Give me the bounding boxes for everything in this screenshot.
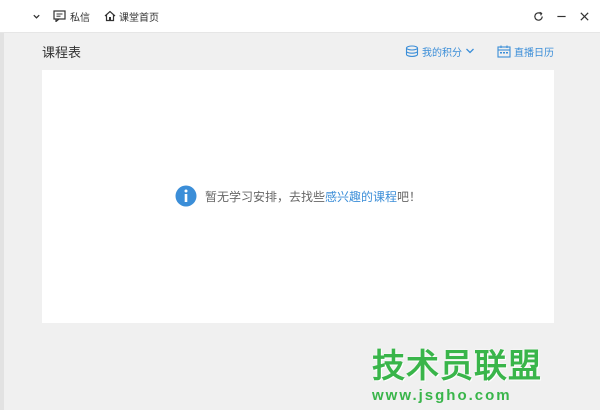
window-left-edge: [0, 33, 4, 410]
empty-state-text-before: 暂无学习安排，去找些: [204, 189, 325, 204]
watermark-logo: 技术员联盟 www.jsgho.com: [372, 347, 592, 407]
title-bar: 私信 课堂首页: [0, 0, 600, 33]
home-icon: [104, 10, 116, 22]
my-points-dropdown[interactable]: 我的积分: [405, 44, 475, 59]
my-points-label: 我的积分: [422, 47, 462, 59]
window-controls: [525, 0, 594, 33]
home-label: 课堂首页: [119, 12, 159, 24]
refresh-icon: [533, 7, 544, 26]
header-actions: 我的积分 直播日历: [405, 41, 554, 61]
watermark-url: www.jsgho.com: [372, 387, 512, 404]
live-calendar-label: 直播日历: [514, 47, 554, 59]
page-title: 课程表: [42, 45, 82, 61]
coins-icon: [405, 44, 419, 58]
message-icon: [53, 10, 66, 22]
classroom-home-button[interactable]: 课堂首页: [104, 9, 159, 24]
messages-button[interactable]: 私信: [53, 9, 90, 24]
messages-label: 私信: [70, 12, 90, 24]
chevron-down-icon: [465, 47, 475, 55]
schedule-panel: 暂无学习安排，去找些 感兴趣的课程 吧！: [42, 70, 554, 323]
empty-state-text-after: 吧！: [397, 189, 422, 204]
watermark-title: 技术员联盟: [372, 346, 542, 385]
title-bar-left: 私信 课堂首页: [0, 0, 159, 32]
live-calendar-button[interactable]: 直播日历: [497, 44, 554, 59]
refresh-button[interactable]: [528, 7, 548, 27]
schedule-header: 课程表 我的积分 直播日历: [42, 41, 554, 61]
minimize-icon: [556, 7, 567, 26]
info-icon: [175, 185, 197, 207]
close-icon: [579, 7, 590, 26]
chevron-down-icon: [32, 12, 41, 21]
interesting-courses-link[interactable]: 感兴趣的课程: [325, 188, 397, 205]
minimize-button[interactable]: [551, 7, 571, 27]
close-button[interactable]: [574, 7, 594, 27]
empty-state-message: 暂无学习安排，去找些 感兴趣的课程 吧！: [42, 183, 554, 209]
menu-dropdown-button[interactable]: [32, 12, 41, 21]
calendar-icon: [497, 45, 511, 58]
